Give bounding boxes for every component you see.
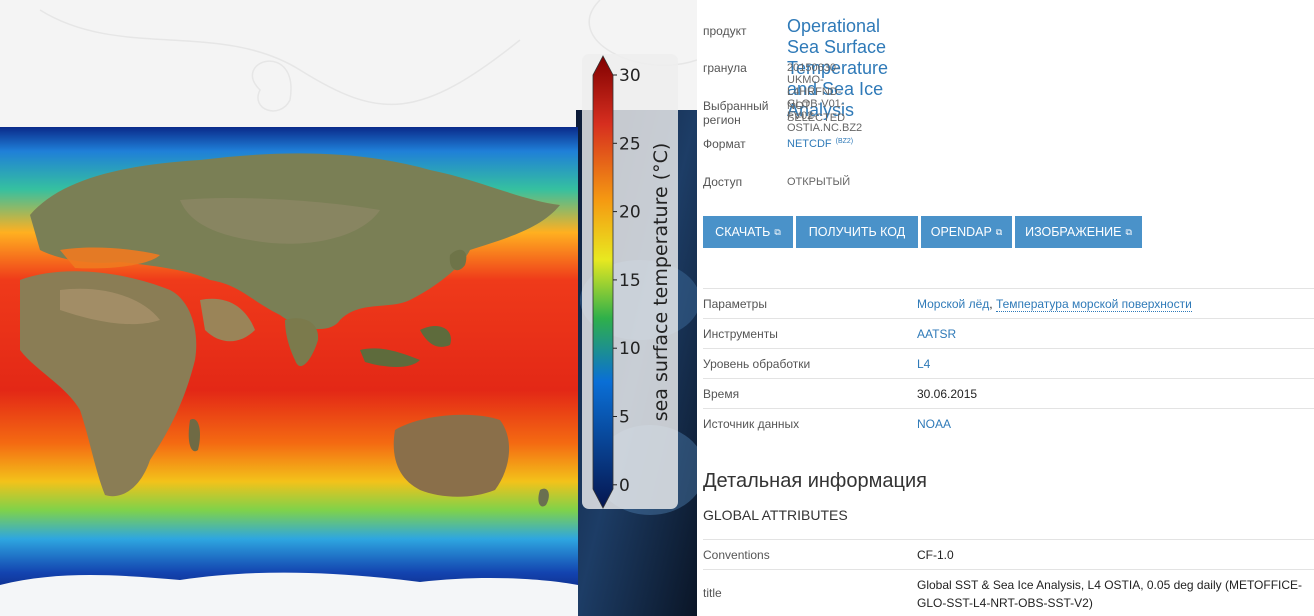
title-value: Global SST & Sea Ice Analysis, L4 OSTIA,… (917, 569, 1314, 616)
attributes-table: Conventions CF-1.0 title Global SST & Se… (703, 539, 1314, 616)
table-row: Conventions CF-1.0 (703, 539, 1314, 570)
download-button[interactable]: СКАЧАТЬ ⧉ (703, 216, 793, 248)
instruments-label: Инструменты (703, 318, 917, 349)
format-label: Формат (703, 137, 746, 151)
format-compression: (BZ2) (835, 138, 854, 145)
product-label: продукт (703, 24, 747, 38)
level-link[interactable]: L4 (917, 357, 930, 371)
time-label: Время (703, 378, 917, 409)
table-row: Инструменты AATSR (703, 318, 1314, 349)
granule-label: гранула (703, 61, 747, 75)
opendap-button[interactable]: OPENDAP ⧉ (921, 216, 1012, 248)
access-value: ОТКРЫТЫЙ (787, 176, 851, 188)
get-code-label: ПОЛУЧИТЬ КОД (808, 225, 906, 239)
colorbar-tick-label: 15 (619, 271, 641, 291)
region-value: NOT SELECTED (787, 100, 846, 124)
colorbar-tick-label: 10 (619, 339, 641, 359)
colorbar-tick-label: 5 (619, 408, 630, 428)
global-attributes-heading: GLOBAL ATTRIBUTES (703, 507, 848, 523)
level-label: Уровень обработки (703, 348, 917, 379)
image-label: ИЗОБРАЖЕНИЕ (1025, 225, 1122, 239)
external-link-icon: ⧉ (1125, 226, 1132, 237)
table-row: Уровень обработки L4 (703, 348, 1314, 379)
format-link[interactable]: NETCDF (787, 138, 832, 150)
image-button[interactable]: ИЗОБРАЖЕНИЕ ⧉ (1015, 216, 1142, 248)
opendap-label: OPENDAP (930, 225, 992, 239)
get-code-button[interactable]: ПОЛУЧИТЬ КОД (796, 216, 918, 248)
instrument-link[interactable]: AATSR (917, 327, 956, 341)
param-sst-link[interactable]: Температура морской поверхности (995, 296, 1192, 312)
format-value-wrap: NETCDF (BZ2) (787, 138, 853, 150)
colorbar-title: sea surface temperature (°C) (650, 142, 672, 422)
download-label: СКАЧАТЬ (715, 225, 771, 239)
param-separator: , (989, 296, 993, 311)
title-label: title (703, 569, 917, 616)
conventions-value: CF-1.0 (917, 539, 1314, 570)
action-buttons: СКАЧАТЬ ⧉ ПОЛУЧИТЬ КОД OPENDAP ⧉ ИЗОБРАЖЕН… (703, 216, 1142, 248)
colorbar-tick-label: 25 (619, 134, 641, 154)
table-row: Время 30.06.2015 (703, 378, 1314, 409)
parameters-table: Параметры Морской лёд, Температура морск… (703, 288, 1314, 438)
time-value: 30.06.2015 (917, 378, 1314, 409)
table-row: title Global SST & Sea Ice Analysis, L4 … (703, 569, 1314, 616)
conventions-label: Conventions (703, 539, 917, 570)
region-label: Выбранный регион (703, 99, 769, 127)
external-link-icon: ⧉ (774, 226, 781, 237)
preview-panel: 30 25 20 15 10 5 0 sea surface temperature (°C… (0, 0, 697, 616)
external-link-icon: ⧉ (995, 226, 1003, 237)
access-label: Доступ (703, 175, 743, 189)
parameters-value: Морской лёд, Температура морской поверхн… (917, 288, 1314, 319)
parameters-label: Параметры (703, 288, 917, 319)
info-panel: продукт Operational Sea Surface Temperat… (697, 0, 1314, 616)
table-row: Источник данных NOAA (703, 408, 1314, 438)
colorbar-tick-label: 0 (619, 476, 630, 496)
colorbar-tick-label: 20 (619, 203, 641, 223)
detail-heading: Детальная информация (703, 470, 927, 492)
param-sea-ice-link[interactable]: Морской лёд (917, 297, 989, 311)
colorbar-tick-label: 30 (619, 66, 641, 86)
table-row: Параметры Морской лёд, Температура морск… (703, 288, 1314, 319)
source-label: Источник данных (703, 408, 917, 438)
source-link[interactable]: NOAA (917, 417, 951, 431)
